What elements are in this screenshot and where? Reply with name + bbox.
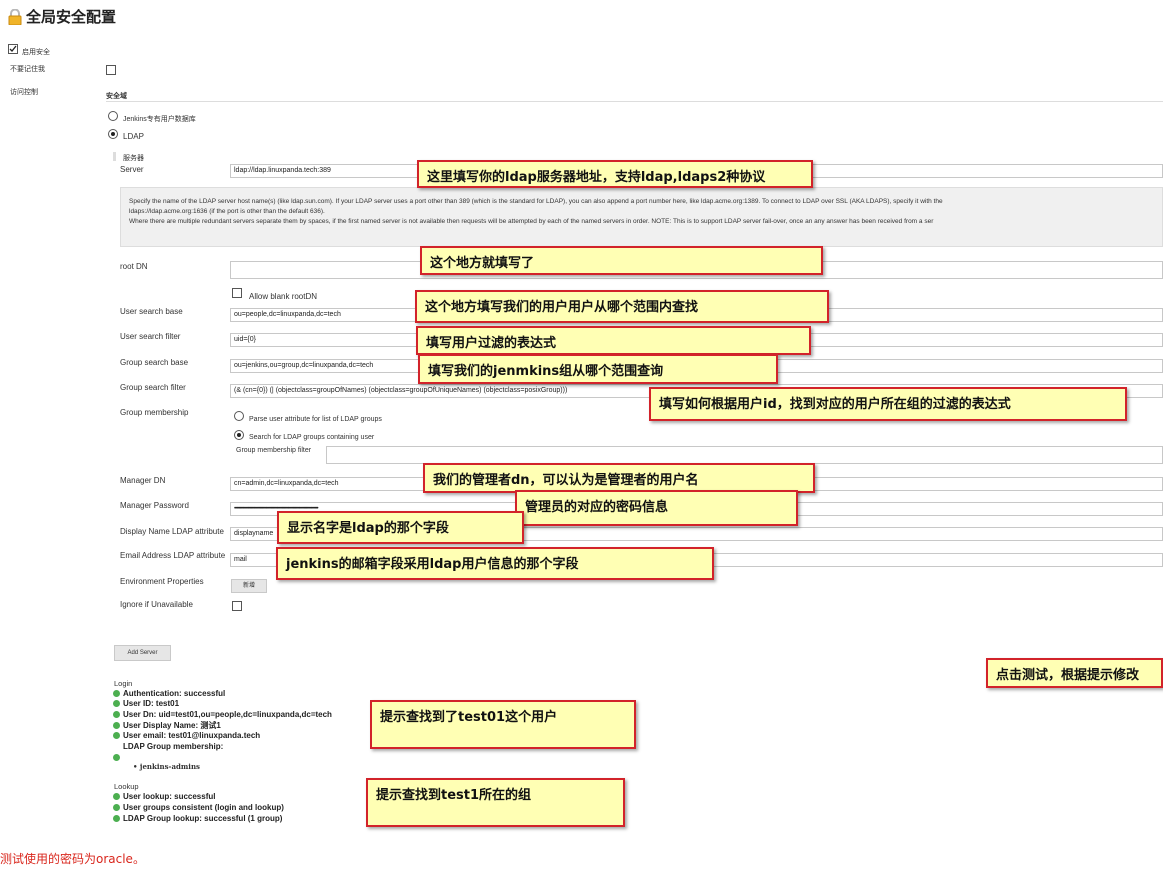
lock-icon [8, 8, 22, 26]
user-lookup-result: User lookup: successful [113, 792, 215, 801]
group-search-filter-label: Group search filter [120, 383, 186, 392]
user-id-result: User ID: test01 [113, 699, 179, 708]
realm-jenkins-db-label: Jenkins专有用户数据库 [123, 116, 196, 123]
server-help-box: Specify the name of the LDAP server host… [120, 187, 1163, 247]
success-icon [113, 732, 120, 739]
groups-consistent-result: User groups consistent (login and lookup… [113, 803, 284, 812]
realm-ldap-label: LDAP [123, 132, 144, 141]
note-group-filter: 填写如何根据用户id，找到对应的用户所在组的过滤的表达式 [649, 387, 1127, 421]
search-ldap-groups-label: Search for LDAP groups containing user [249, 434, 375, 441]
page-title: 全局安全配置 [26, 8, 117, 26]
server-section-bar [113, 152, 116, 161]
realm-jenkins-db-radio[interactable] [108, 111, 118, 121]
add-server-button[interactable]: Add Server [114, 645, 171, 661]
password-note: 测试使用的密码为oracle。 [0, 852, 145, 866]
display-name-attr-label: Display Name LDAP attribute [120, 527, 224, 536]
note-email: jenkins的邮箱字段采用ldap用户信息的那个字段 [276, 547, 714, 580]
group-search-base-label: Group search base [120, 358, 189, 367]
user-search-filter-label: User search filter [120, 332, 181, 341]
group-lookup-result: LDAP Group lookup: successful (1 group) [113, 814, 282, 823]
note-found-group: 提示查找到test1所在的组 [366, 778, 625, 827]
ignore-unavailable-checkbox[interactable] [232, 601, 242, 611]
email-attr-label: Email Address LDAP attribute [120, 551, 226, 560]
success-icon [113, 804, 120, 811]
note-user-filter: 填写用户过滤的表达式 [416, 326, 811, 355]
parse-user-attribute-label: Parse user attribute for list of LDAP gr… [249, 416, 382, 423]
note-root-dn: 这个地方就填写了 [420, 246, 823, 275]
manager-password-label: Manager Password [120, 501, 189, 510]
enable-security-checkbox[interactable] [8, 44, 18, 54]
email-result: User email: test01@linuxpanda.tech [113, 731, 260, 740]
enable-security-label: 启用安全 [22, 49, 50, 56]
env-props-label: Environment Properties [120, 577, 204, 586]
security-realm-divider [106, 101, 1163, 102]
success-icon [113, 711, 120, 718]
user-search-base-label: User search base [120, 307, 183, 316]
user-dn-result: User Dn: uid=test01,ou=people,dc=linuxpa… [113, 710, 332, 719]
success-icon [113, 793, 120, 800]
note-found-user: 提示查找到了test01这个用户 [370, 700, 636, 749]
success-icon [113, 700, 120, 707]
group-membership-icon [113, 754, 120, 761]
note-server: 这里填写你的ldap服务器地址，支持ldap,ldaps2种协议 [417, 160, 813, 188]
group-membership-filter-input[interactable] [326, 446, 1163, 464]
env-add-button[interactable]: 新增 [231, 579, 267, 593]
realm-ldap-radio[interactable] [108, 129, 118, 139]
server-label: Server [120, 165, 144, 174]
note-test: 点击测试，根据提示修改 [986, 658, 1163, 688]
remember-me-checkbox[interactable] [106, 65, 116, 75]
group-item: • jenkins-admins [133, 762, 200, 771]
note-manager-pw: 管理员的对应的密码信息 [515, 490, 798, 526]
display-name-result: User Display Name: 测试1 [113, 720, 221, 731]
manager-dn-label: Manager DN [120, 476, 166, 485]
access-control-label: 访问控制 [10, 89, 38, 96]
remember-me-label: 不要记住我 [10, 66, 45, 73]
parse-user-attribute-radio[interactable] [234, 411, 244, 421]
help-line-2: ldaps://ldap.acme.org:1636 (if the port … [129, 208, 325, 215]
group-membership-result: LDAP Group membership: [123, 742, 224, 751]
help-line-1: Specify the name of the LDAP server host… [129, 198, 943, 205]
lookup-heading: Lookup [114, 782, 139, 791]
success-icon [113, 722, 120, 729]
note-display-name: 显示名字是ldap的那个字段 [277, 511, 524, 544]
success-icon [113, 815, 120, 822]
note-group-base: 填写我们的jenmkins组从哪个范围查询 [418, 354, 778, 384]
allow-blank-root-dn-label: Allow blank rootDN [249, 292, 318, 301]
group-membership-label: Group membership [120, 408, 189, 417]
ignore-unavailable-label: Ignore if Unavailable [120, 600, 193, 609]
security-realm-heading: 安全域 [106, 93, 127, 100]
root-dn-label: root DN [120, 262, 148, 271]
login-heading: Login [114, 679, 133, 688]
note-manager-dn: 我们的管理者dn，可以认为是管理者的用户名 [423, 463, 815, 493]
server-section-label: 服务器 [123, 155, 144, 162]
search-ldap-groups-radio[interactable] [234, 430, 244, 440]
group-membership-filter-label: Group membership filter [236, 447, 312, 454]
success-icon [113, 690, 120, 697]
note-user-search-base: 这个地方填写我们的用户用户从哪个范围内查找 [415, 290, 829, 323]
help-line-3: Where there are multiple redundant serve… [129, 218, 934, 225]
allow-blank-root-dn-checkbox[interactable] [232, 288, 242, 298]
auth-result: Authentication: successful [113, 689, 225, 698]
